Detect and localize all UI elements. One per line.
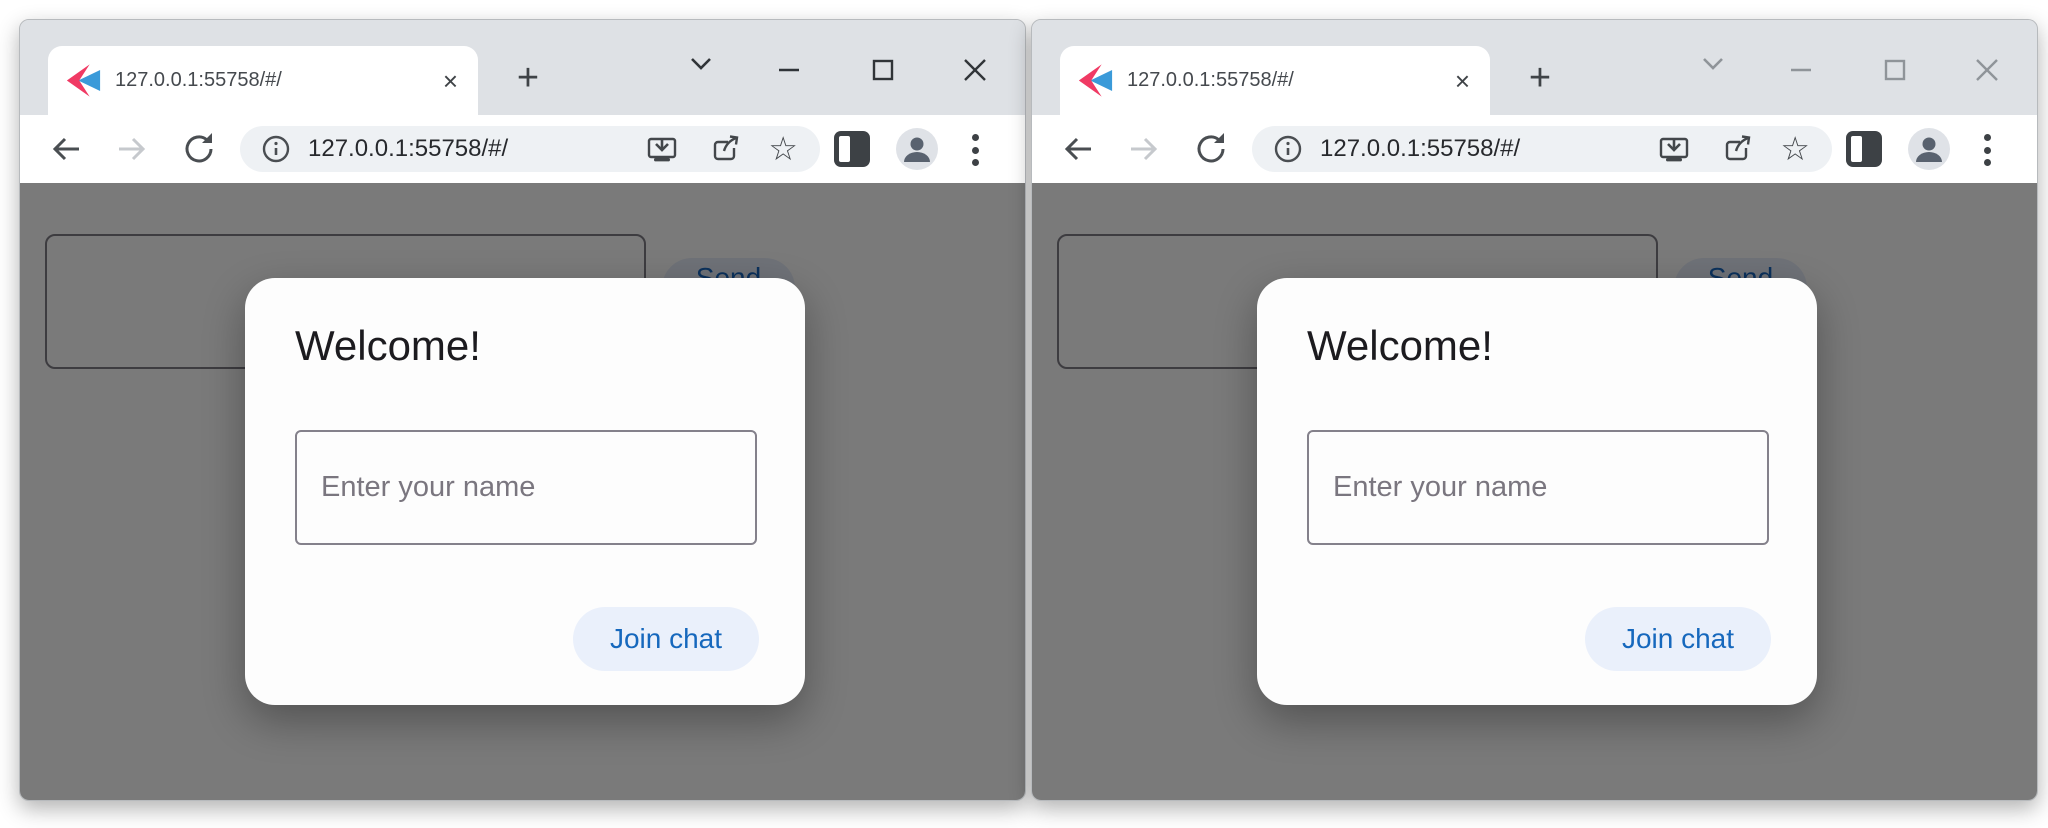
new-tab-button[interactable]: + — [506, 56, 550, 100]
omnibox-trailing-icons: ☆ — [644, 131, 798, 167]
share-icon[interactable] — [706, 131, 742, 167]
omnibox-trailing-icons: ☆ — [1656, 131, 1810, 167]
join-chat-button[interactable]: Join chat — [1585, 607, 1771, 671]
forward-button[interactable] — [1122, 127, 1164, 171]
dot — [972, 147, 979, 154]
browser-tab[interactable]: 127.0.0.1:55758/#/ × — [48, 46, 478, 115]
page-info-icon[interactable] — [258, 131, 294, 167]
side-panel-button[interactable] — [834, 131, 870, 167]
back-button[interactable] — [46, 127, 88, 171]
tab-close-icon[interactable]: × — [1449, 66, 1476, 96]
url-text: 127.0.0.1:55758/#/ — [1320, 135, 1656, 163]
browser-toolbar: 127.0.0.1:55758/#/ ☆ — [20, 115, 1025, 183]
tab-strip: 127.0.0.1:55758/#/ × + — [1032, 20, 2037, 115]
tab-search-chevron-icon[interactable] — [686, 54, 716, 74]
join-chat-button[interactable]: Join chat — [573, 607, 759, 671]
forward-button[interactable] — [110, 127, 152, 171]
dot — [972, 159, 979, 166]
browser-window-right: 127.0.0.1:55758/#/ × + — [1031, 19, 2038, 801]
window-minimize-button[interactable] — [1784, 56, 1818, 84]
share-icon[interactable] — [1718, 131, 1754, 167]
new-tab-button[interactable]: + — [1518, 56, 1562, 100]
tab-title: 127.0.0.1:55758/#/ — [115, 69, 437, 92]
welcome-dialog: Welcome! Join chat — [1257, 278, 1817, 705]
dot — [1984, 134, 1991, 141]
browser-window-left: 127.0.0.1:55758/#/ × + — [19, 19, 1026, 801]
window-minimize-button[interactable] — [772, 56, 806, 84]
side-panel-pane — [1851, 136, 1862, 162]
browser-menu-button[interactable] — [1984, 130, 1992, 170]
name-input[interactable] — [1307, 430, 1769, 545]
bookmark-star-icon[interactable]: ☆ — [1780, 131, 1810, 167]
window-maximize-button[interactable] — [1878, 56, 1912, 84]
profile-avatar-button[interactable] — [1908, 128, 1950, 170]
install-app-icon[interactable] — [644, 131, 680, 167]
tab-strip: 127.0.0.1:55758/#/ × + — [20, 20, 1025, 115]
side-panel-button[interactable] — [1846, 131, 1882, 167]
browser-tab[interactable]: 127.0.0.1:55758/#/ × — [1060, 46, 1490, 115]
side-panel-pane — [839, 136, 850, 162]
name-input[interactable] — [295, 430, 757, 545]
browser-menu-button[interactable] — [972, 130, 980, 170]
dot — [972, 134, 979, 141]
reload-button[interactable] — [178, 127, 220, 171]
dialog-title: Welcome! — [1307, 322, 1493, 370]
install-app-icon[interactable] — [1656, 131, 1692, 167]
dot — [1984, 147, 1991, 154]
page-content: Send Welcome! Join chat — [1032, 183, 2037, 800]
address-bar[interactable]: 127.0.0.1:55758/#/ ☆ — [240, 126, 820, 172]
tab-search-chevron-icon[interactable] — [1698, 54, 1728, 74]
profile-avatar-button[interactable] — [896, 128, 938, 170]
browser-toolbar: 127.0.0.1:55758/#/ ☆ — [1032, 115, 2037, 183]
window-close-button[interactable] — [958, 56, 992, 84]
flet-favicon-icon — [1076, 64, 1114, 97]
page-content: Send Welcome! Join chat — [20, 183, 1025, 800]
url-text: 127.0.0.1:55758/#/ — [308, 135, 644, 163]
desktop: 127.0.0.1:55758/#/ × + — [0, 0, 2048, 828]
bookmark-star-icon[interactable]: ☆ — [768, 131, 798, 167]
window-maximize-button[interactable] — [866, 56, 900, 84]
reload-button[interactable] — [1190, 127, 1232, 171]
person-icon — [1908, 128, 1950, 170]
tab-close-icon[interactable]: × — [437, 66, 464, 96]
welcome-dialog: Welcome! Join chat — [245, 278, 805, 705]
back-button[interactable] — [1058, 127, 1100, 171]
address-bar[interactable]: 127.0.0.1:55758/#/ ☆ — [1252, 126, 1832, 172]
dialog-title: Welcome! — [295, 322, 481, 370]
page-info-icon[interactable] — [1270, 131, 1306, 167]
dot — [1984, 159, 1991, 166]
flet-favicon-icon — [64, 64, 102, 97]
tab-title: 127.0.0.1:55758/#/ — [1127, 69, 1449, 92]
window-close-button[interactable] — [1970, 56, 2004, 84]
person-icon — [896, 128, 938, 170]
